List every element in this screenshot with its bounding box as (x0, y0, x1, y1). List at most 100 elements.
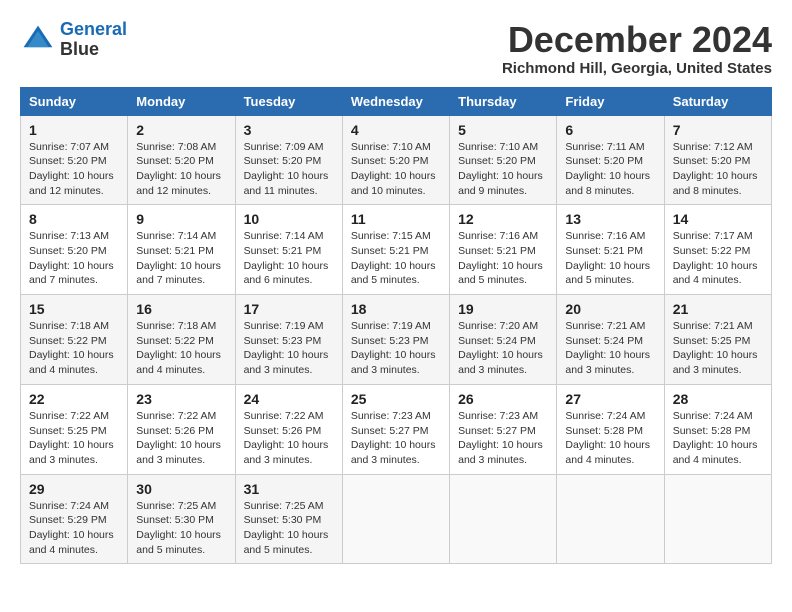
day-sun-info: Sunrise: 7:19 AM Sunset: 5:23 PM Dayligh… (351, 319, 441, 378)
day-header-thursday: Thursday (450, 87, 557, 115)
calendar-day-24: 24 Sunrise: 7:22 AM Sunset: 5:26 PM Dayli… (235, 384, 342, 474)
day-number: 1 (29, 122, 119, 138)
calendar-day-30: 30 Sunrise: 7:25 AM Sunset: 5:30 PM Dayli… (128, 474, 235, 564)
day-header-saturday: Saturday (664, 87, 771, 115)
day-sun-info: Sunrise: 7:23 AM Sunset: 5:27 PM Dayligh… (458, 409, 548, 468)
calendar-day-10: 10 Sunrise: 7:14 AM Sunset: 5:21 PM Dayli… (235, 205, 342, 295)
day-number: 8 (29, 211, 119, 227)
calendar-day-4: 4Sunrise: 7:10 AM Sunset: 5:20 PM Daylig… (342, 115, 449, 205)
day-sun-info: Sunrise: 7:24 AM Sunset: 5:28 PM Dayligh… (673, 409, 763, 468)
day-sun-info: Sunrise: 7:20 AM Sunset: 5:24 PM Dayligh… (458, 319, 548, 378)
day-number: 6 (565, 122, 655, 138)
logo: General Blue (20, 20, 127, 60)
day-number: 9 (136, 211, 226, 227)
day-number: 3 (244, 122, 334, 138)
calendar-header-row: SundayMondayTuesdayWednesdayThursdayFrid… (21, 87, 772, 115)
calendar-day-26: 26 Sunrise: 7:23 AM Sunset: 5:27 PM Dayli… (450, 384, 557, 474)
calendar-day-11: 11 Sunrise: 7:15 AM Sunset: 5:21 PM Dayli… (342, 205, 449, 295)
day-number: 11 (351, 211, 441, 227)
day-number: 4 (351, 122, 441, 138)
day-sun-info: Sunrise: 7:22 AM Sunset: 5:26 PM Dayligh… (136, 409, 226, 468)
day-number: 27 (565, 391, 655, 407)
day-sun-info: Sunrise: 7:12 AM Sunset: 5:20 PM Dayligh… (673, 140, 763, 199)
calendar-day-25: 25 Sunrise: 7:23 AM Sunset: 5:27 PM Dayli… (342, 384, 449, 474)
calendar-week-3: 15 Sunrise: 7:18 AM Sunset: 5:22 PM Dayli… (21, 295, 772, 385)
day-number: 5 (458, 122, 548, 138)
calendar-table: SundayMondayTuesdayWednesdayThursdayFrid… (20, 87, 772, 565)
day-sun-info: Sunrise: 7:14 AM Sunset: 5:21 PM Dayligh… (244, 229, 334, 288)
day-number: 2 (136, 122, 226, 138)
day-number: 20 (565, 301, 655, 317)
day-sun-info: Sunrise: 7:23 AM Sunset: 5:27 PM Dayligh… (351, 409, 441, 468)
calendar-day-21: 21Sunrise: 7:21 AM Sunset: 5:25 PM Dayli… (664, 295, 771, 385)
day-number: 26 (458, 391, 548, 407)
calendar-day-20: 20 Sunrise: 7:21 AM Sunset: 5:24 PM Dayli… (557, 295, 664, 385)
day-sun-info: Sunrise: 7:21 AM Sunset: 5:24 PM Dayligh… (565, 319, 655, 378)
calendar-day-1: 1 Sunrise: 7:07 AM Sunset: 5:20 PM Daylig… (21, 115, 128, 205)
day-sun-info: Sunrise: 7:22 AM Sunset: 5:25 PM Dayligh… (29, 409, 119, 468)
calendar-day-6: 6 Sunrise: 7:11 AM Sunset: 5:20 PM Daylig… (557, 115, 664, 205)
calendar-day-22: 22 Sunrise: 7:22 AM Sunset: 5:25 PM Dayli… (21, 384, 128, 474)
day-number: 24 (244, 391, 334, 407)
calendar-day-16: 16 Sunrise: 7:18 AM Sunset: 5:22 PM Dayli… (128, 295, 235, 385)
calendar-day-14: 14Sunrise: 7:17 AM Sunset: 5:22 PM Dayli… (664, 205, 771, 295)
day-header-tuesday: Tuesday (235, 87, 342, 115)
calendar-day-15: 15Sunrise: 7:18 AM Sunset: 5:22 PM Dayli… (21, 295, 128, 385)
calendar-empty-cell (664, 474, 771, 564)
calendar-day-29: 29Sunrise: 7:24 AM Sunset: 5:29 PM Dayli… (21, 474, 128, 564)
logo-icon (20, 22, 56, 58)
day-number: 12 (458, 211, 548, 227)
calendar-empty-cell (557, 474, 664, 564)
calendar-week-2: 8Sunrise: 7:13 AM Sunset: 5:20 PM Daylig… (21, 205, 772, 295)
day-number: 15 (29, 301, 119, 317)
logo-text: General Blue (60, 20, 127, 60)
day-number: 23 (136, 391, 226, 407)
calendar-day-7: 7 Sunrise: 7:12 AM Sunset: 5:20 PM Daylig… (664, 115, 771, 205)
day-number: 17 (244, 301, 334, 317)
month-title: December 2024 (502, 20, 772, 60)
day-number: 22 (29, 391, 119, 407)
day-number: 10 (244, 211, 334, 227)
day-header-sunday: Sunday (21, 87, 128, 115)
day-number: 7 (673, 122, 763, 138)
day-sun-info: Sunrise: 7:24 AM Sunset: 5:29 PM Dayligh… (29, 499, 119, 558)
calendar-day-17: 17 Sunrise: 7:19 AM Sunset: 5:23 PM Dayli… (235, 295, 342, 385)
calendar-week-5: 29Sunrise: 7:24 AM Sunset: 5:29 PM Dayli… (21, 474, 772, 564)
day-sun-info: Sunrise: 7:15 AM Sunset: 5:21 PM Dayligh… (351, 229, 441, 288)
calendar-empty-cell (342, 474, 449, 564)
day-sun-info: Sunrise: 7:16 AM Sunset: 5:21 PM Dayligh… (565, 229, 655, 288)
day-number: 14 (673, 211, 763, 227)
calendar-day-23: 23 Sunrise: 7:22 AM Sunset: 5:26 PM Dayli… (128, 384, 235, 474)
calendar-week-4: 22 Sunrise: 7:22 AM Sunset: 5:25 PM Dayli… (21, 384, 772, 474)
day-sun-info: Sunrise: 7:10 AM Sunset: 5:20 PM Dayligh… (458, 140, 548, 199)
day-number: 25 (351, 391, 441, 407)
location: Richmond Hill, Georgia, United States (502, 60, 772, 77)
calendar-day-19: 19Sunrise: 7:20 AM Sunset: 5:24 PM Dayli… (450, 295, 557, 385)
day-sun-info: Sunrise: 7:25 AM Sunset: 5:30 PM Dayligh… (136, 499, 226, 558)
day-number: 18 (351, 301, 441, 317)
calendar-day-12: 12 Sunrise: 7:16 AM Sunset: 5:21 PM Dayli… (450, 205, 557, 295)
day-sun-info: Sunrise: 7:14 AM Sunset: 5:21 PM Dayligh… (136, 229, 226, 288)
day-sun-info: Sunrise: 7:24 AM Sunset: 5:28 PM Dayligh… (565, 409, 655, 468)
day-number: 30 (136, 481, 226, 497)
day-sun-info: Sunrise: 7:11 AM Sunset: 5:20 PM Dayligh… (565, 140, 655, 199)
day-number: 16 (136, 301, 226, 317)
day-number: 31 (244, 481, 334, 497)
calendar-day-8: 8Sunrise: 7:13 AM Sunset: 5:20 PM Daylig… (21, 205, 128, 295)
day-sun-info: Sunrise: 7:18 AM Sunset: 5:22 PM Dayligh… (136, 319, 226, 378)
day-header-friday: Friday (557, 87, 664, 115)
day-sun-info: Sunrise: 7:19 AM Sunset: 5:23 PM Dayligh… (244, 319, 334, 378)
calendar-day-3: 3Sunrise: 7:09 AM Sunset: 5:20 PM Daylig… (235, 115, 342, 205)
page-header: General Blue December 2024 Richmond Hill… (20, 20, 772, 77)
calendar-day-27: 27 Sunrise: 7:24 AM Sunset: 5:28 PM Dayli… (557, 384, 664, 474)
calendar-day-28: 28 Sunrise: 7:24 AM Sunset: 5:28 PM Dayli… (664, 384, 771, 474)
calendar-day-31: 31Sunrise: 7:25 AM Sunset: 5:30 PM Dayli… (235, 474, 342, 564)
day-sun-info: Sunrise: 7:16 AM Sunset: 5:21 PM Dayligh… (458, 229, 548, 288)
day-sun-info: Sunrise: 7:07 AM Sunset: 5:20 PM Dayligh… (29, 140, 119, 199)
day-header-monday: Monday (128, 87, 235, 115)
calendar-day-9: 9 Sunrise: 7:14 AM Sunset: 5:21 PM Daylig… (128, 205, 235, 295)
calendar-empty-cell (450, 474, 557, 564)
calendar-day-13: 13Sunrise: 7:16 AM Sunset: 5:21 PM Dayli… (557, 205, 664, 295)
day-number: 28 (673, 391, 763, 407)
day-sun-info: Sunrise: 7:22 AM Sunset: 5:26 PM Dayligh… (244, 409, 334, 468)
